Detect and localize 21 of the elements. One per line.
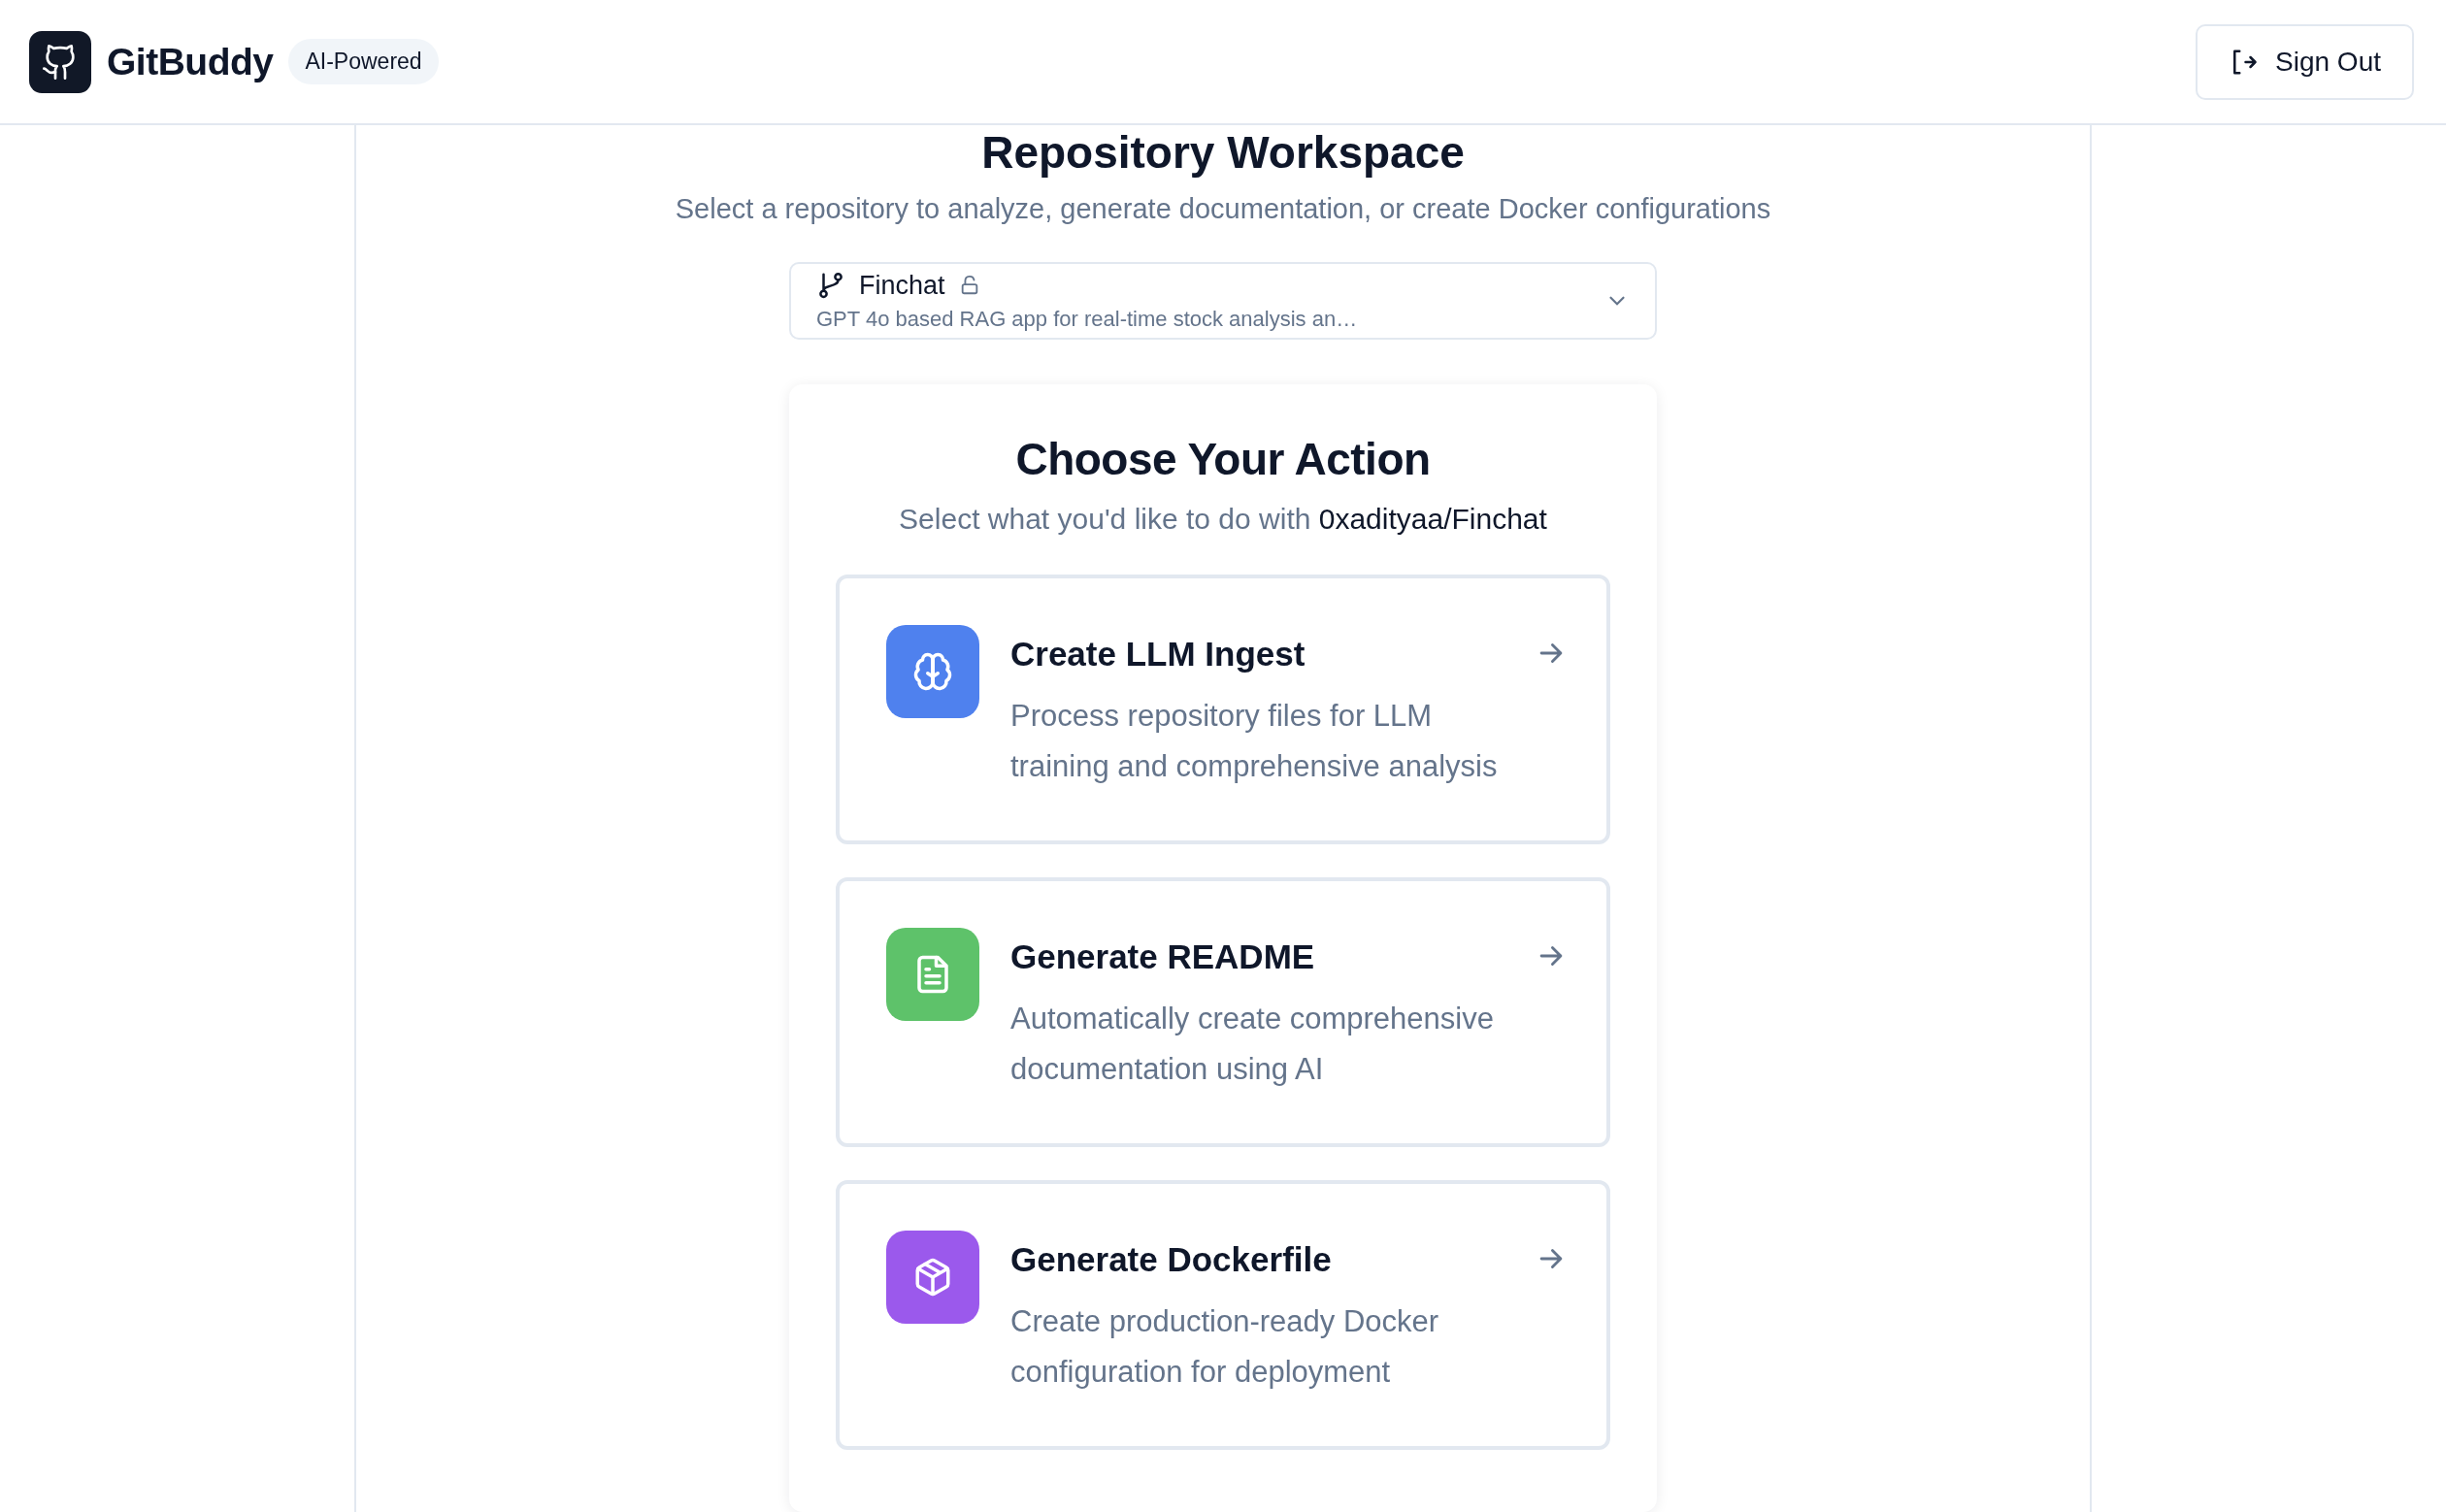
action-card[interactable]: Generate Dockerfile Create production-ready Docker configuration for deployment: [836, 1180, 1610, 1450]
repository-description: GPT 4o based RAG app for real-time stock analysis an…: [816, 306, 1358, 332]
action-card[interactable]: Generate README Automatically create comprehensive documentation using AI: [836, 877, 1610, 1147]
branch-icon: [816, 271, 845, 300]
repository-select[interactable]: Finchat GPT 4o based RAG app for real-time stock analysis an…: [789, 262, 1657, 340]
page-title: Repository Workspace: [981, 126, 1465, 180]
logo-icon: [29, 30, 91, 93]
app-name: GitBuddy: [107, 40, 274, 83]
repository-name: Finchat: [859, 270, 945, 301]
sign-out-button[interactable]: Sign Out: [2196, 23, 2414, 100]
action-title: Generate README: [1010, 937, 1316, 976]
page-subtitle: Select a repository to analyze, generate documentation, or create Docker configurations: [675, 193, 1771, 225]
action-description: Process repository files for LLM training and comprehensive analysis: [1010, 698, 1499, 785]
action-description: Automatically create comprehensive documentation using AI: [1010, 1001, 1495, 1088]
panel-subtitle: Select what you'd like to do with 0xadityaa/Finchat: [899, 503, 1547, 536]
action-description: Create production-ready Docker configuration for deployment: [1010, 1303, 1440, 1391]
action-title: Generate Dockerfile: [1010, 1240, 1333, 1279]
panel-title: Choose Your Action: [1015, 433, 1431, 485]
action-title: Create LLM Ingest: [1010, 635, 1306, 674]
ai-powered-badge: AI-Powered: [288, 39, 439, 84]
action-card[interactable]: Create LLM Ingest Process repository files for LLM training and comprehensive analysis: [836, 575, 1610, 844]
